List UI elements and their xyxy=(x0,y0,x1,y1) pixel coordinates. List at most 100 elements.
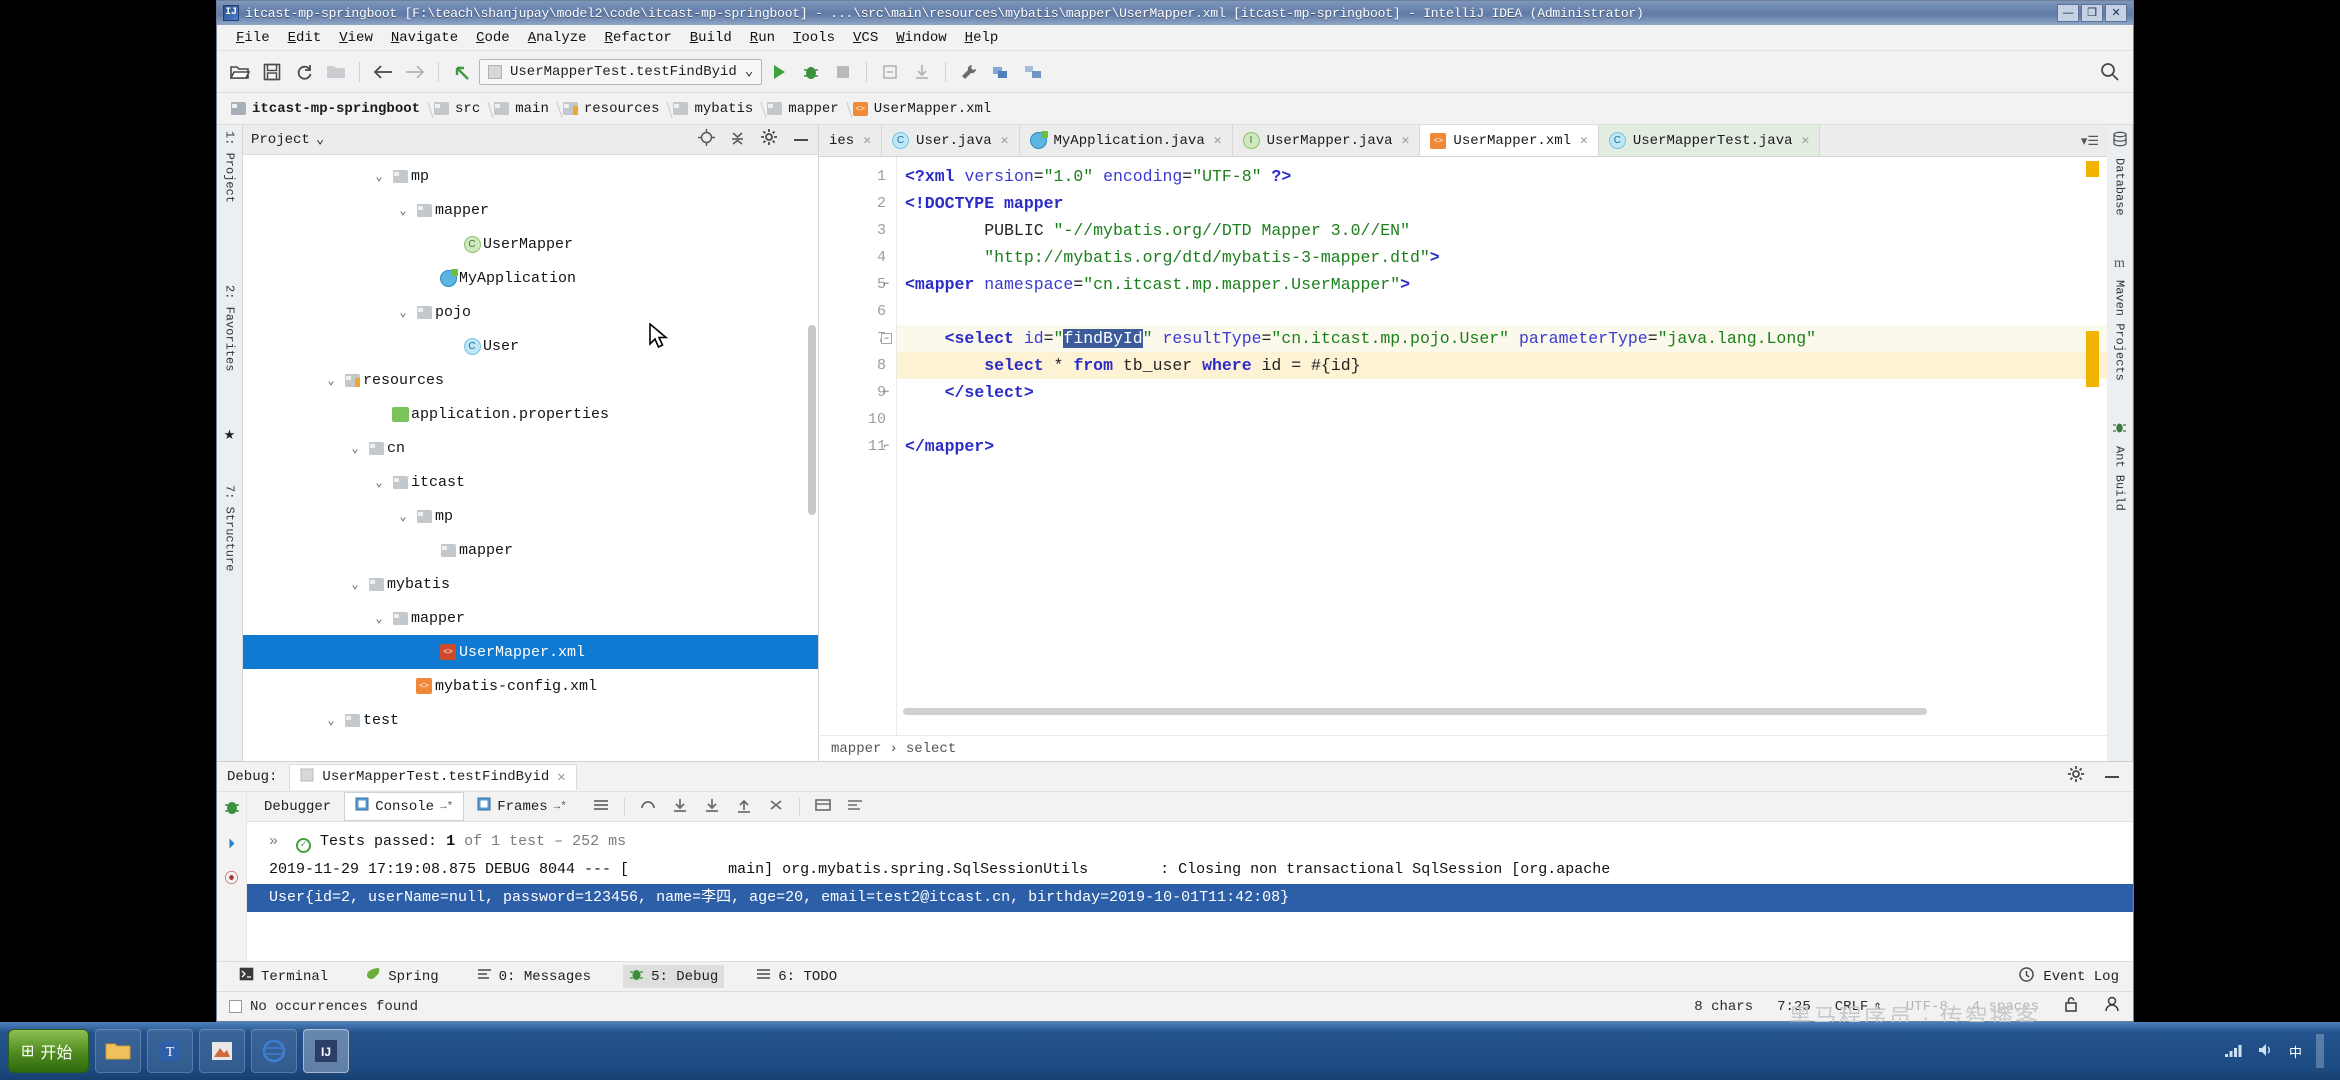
menu-item-view[interactable]: View xyxy=(330,28,382,48)
settings-icon[interactable] xyxy=(846,797,864,816)
tree-node-itcast[interactable]: ⌄itcast xyxy=(243,465,818,499)
error-stripe-marker[interactable] xyxy=(2086,161,2099,177)
close-icon[interactable]: ✕ xyxy=(1580,133,1588,148)
tab-list-icon[interactable]: ▾☰ xyxy=(2081,133,2099,149)
menu-item-vcs[interactable]: VCS xyxy=(844,28,887,48)
breadcrumb-itcast-mp-springboot[interactable]: itcast-mp-springboot xyxy=(227,99,430,119)
code-line-8[interactable]: select * from tb_user where id = #{id} xyxy=(897,352,2107,379)
coverage-icon[interactable] xyxy=(875,57,905,87)
module-settings-icon[interactable] xyxy=(1018,57,1048,87)
menu-item-analyze[interactable]: Analyze xyxy=(519,28,596,48)
settings-gear-icon[interactable] xyxy=(760,128,778,151)
error-stripe-marker[interactable] xyxy=(2086,331,2099,387)
align-icon[interactable] xyxy=(592,797,610,816)
taskbar-app-paint[interactable] xyxy=(199,1029,245,1073)
tree-node-mp[interactable]: ⌄mp xyxy=(243,159,818,193)
editor-horizontal-scrollbar[interactable] xyxy=(903,708,1927,715)
debug-tab-debugger[interactable]: Debugger xyxy=(253,794,342,820)
left-strip-item-project[interactable]: 1: Project xyxy=(223,131,237,203)
collapse-all-icon[interactable] xyxy=(729,129,746,151)
tree-node-mapper[interactable]: ⌄mapper xyxy=(243,193,818,227)
close-icon[interactable]: ✕ xyxy=(1214,133,1222,148)
run-configuration-selector[interactable]: UserMapperTest.testFindByid ⌄ xyxy=(479,59,762,85)
project-tree-scrollbar[interactable] xyxy=(808,325,816,515)
close-button[interactable]: ✕ xyxy=(2105,4,2127,22)
step-out-icon[interactable] xyxy=(735,797,753,816)
inspector-icon[interactable] xyxy=(2103,995,2121,1018)
code-line-10[interactable] xyxy=(897,406,2107,433)
bottom-tool-5-debug[interactable]: 5: Debug xyxy=(623,965,724,988)
step-over-icon[interactable] xyxy=(639,797,657,816)
taskbar-app-file-explorer[interactable] xyxy=(95,1029,141,1073)
bottom-tool-terminal[interactable]: Terminal xyxy=(233,965,334,988)
run-icon[interactable] xyxy=(764,57,794,87)
code-line-11[interactable]: </mapper> xyxy=(897,433,2107,460)
pin-icon[interactable]: →* xyxy=(554,801,567,813)
taskbar-app-text-editor[interactable]: T xyxy=(147,1029,193,1073)
close-icon[interactable]: ✕ xyxy=(557,769,565,786)
show-desktop-icon[interactable] xyxy=(2316,1034,2324,1068)
bottom-tool-0-messages[interactable]: 0: Messages xyxy=(471,965,597,988)
drop-frame-icon[interactable] xyxy=(767,797,785,816)
hide-icon[interactable] xyxy=(2103,769,2121,785)
code-line-4[interactable]: "http://mybatis.org/dtd/mybatis-3-mapper… xyxy=(897,244,2107,271)
code-line-2[interactable]: <!DOCTYPE mapper xyxy=(897,190,2107,217)
chevron-down-icon[interactable]: ⌄ xyxy=(321,713,341,728)
menu-item-run[interactable]: Run xyxy=(741,28,784,48)
code-line-9[interactable]: </select> xyxy=(897,379,2107,406)
status-checkbox-icon[interactable] xyxy=(229,1000,242,1013)
build-icon[interactable] xyxy=(986,57,1016,87)
jump-to-source-icon[interactable] xyxy=(447,57,477,87)
chevron-down-icon[interactable]: ⌄ xyxy=(745,63,753,80)
chevron-down-icon[interactable]: ⌄ xyxy=(316,131,324,148)
code-fold-icon[interactable]: − xyxy=(881,333,892,344)
chevron-down-icon[interactable]: ⌄ xyxy=(369,475,389,490)
event-log-group[interactable]: Event Log xyxy=(2018,966,2133,988)
bug-icon[interactable] xyxy=(223,798,241,819)
breadcrumb-usermapper-xml[interactable]: <>UserMapper.xml xyxy=(849,99,1002,119)
menu-item-help[interactable]: Help xyxy=(956,28,1008,48)
taskbar-app-browser[interactable] xyxy=(251,1029,297,1073)
right-strip-item-database[interactable]: Database xyxy=(2112,131,2128,216)
chevron-down-icon[interactable]: ⌄ xyxy=(345,441,365,456)
start-button[interactable]: ⊞ 开始 xyxy=(8,1029,89,1073)
code-line-1[interactable]: <?xml version="1.0" encoding="UTF-8" ?> xyxy=(897,163,2107,190)
tree-node-mybatis[interactable]: ⌄mybatis xyxy=(243,567,818,601)
breadcrumb-mapper[interactable]: mapper xyxy=(763,99,848,119)
force-step-into-icon[interactable] xyxy=(703,797,721,816)
tree-node-application-properties[interactable]: application.properties xyxy=(243,397,818,431)
chevron-down-icon[interactable]: ⌄ xyxy=(393,509,413,524)
search-icon[interactable] xyxy=(2095,57,2125,87)
project-tree[interactable]: ⌄mp⌄mapperCUserMapperMyApplication⌄pojoC… xyxy=(243,155,818,761)
folder-icon[interactable] xyxy=(321,57,351,87)
resume-icon[interactable]: ⏵ xyxy=(228,835,235,852)
tree-node-pojo[interactable]: ⌄pojo xyxy=(243,295,818,329)
minimize-button[interactable]: — xyxy=(2057,4,2079,22)
code-fold-icon[interactable]: ⌐ xyxy=(881,387,892,398)
menu-item-window[interactable]: Window xyxy=(887,28,955,48)
gear-icon[interactable] xyxy=(2067,765,2085,788)
chevron-down-icon[interactable]: ⌄ xyxy=(321,373,341,388)
tree-node-myapplication[interactable]: MyApplication xyxy=(243,261,818,295)
menu-item-navigate[interactable]: Navigate xyxy=(382,28,467,48)
chevron-down-icon[interactable]: ⌄ xyxy=(345,577,365,592)
tree-node-mybatis-config-xml[interactable]: <>mybatis-config.xml xyxy=(243,669,818,703)
menu-item-refactor[interactable]: Refactor xyxy=(596,28,681,48)
debug-tab-console[interactable]: Console→* xyxy=(344,792,464,821)
editor-tab-usermapper-java[interactable]: IUserMapper.java✕ xyxy=(1233,125,1421,156)
network-icon[interactable] xyxy=(2223,1042,2243,1061)
bottom-tool-6-todo[interactable]: 6: TODO xyxy=(750,965,843,988)
mute-breakpoints-icon[interactable]: ⦿ xyxy=(225,868,239,888)
tree-node-user[interactable]: CUser xyxy=(243,329,818,363)
menu-item-build[interactable]: Build xyxy=(681,28,741,48)
editor-breadcrumb-select[interactable]: select xyxy=(906,741,956,757)
chevron-down-icon[interactable]: ⌄ xyxy=(369,169,389,184)
evaluate-icon[interactable] xyxy=(814,797,832,816)
menu-item-file[interactable]: File xyxy=(227,28,279,48)
stop-icon[interactable] xyxy=(828,57,858,87)
breadcrumb-main[interactable]: main xyxy=(490,99,559,119)
close-icon[interactable]: ✕ xyxy=(1402,133,1410,148)
editor-breadcrumb-mapper[interactable]: mapper xyxy=(831,741,881,757)
editor-tab-myapplication-java[interactable]: MyApplication.java✕ xyxy=(1020,125,1233,156)
unlocked-icon[interactable] xyxy=(2063,995,2079,1018)
